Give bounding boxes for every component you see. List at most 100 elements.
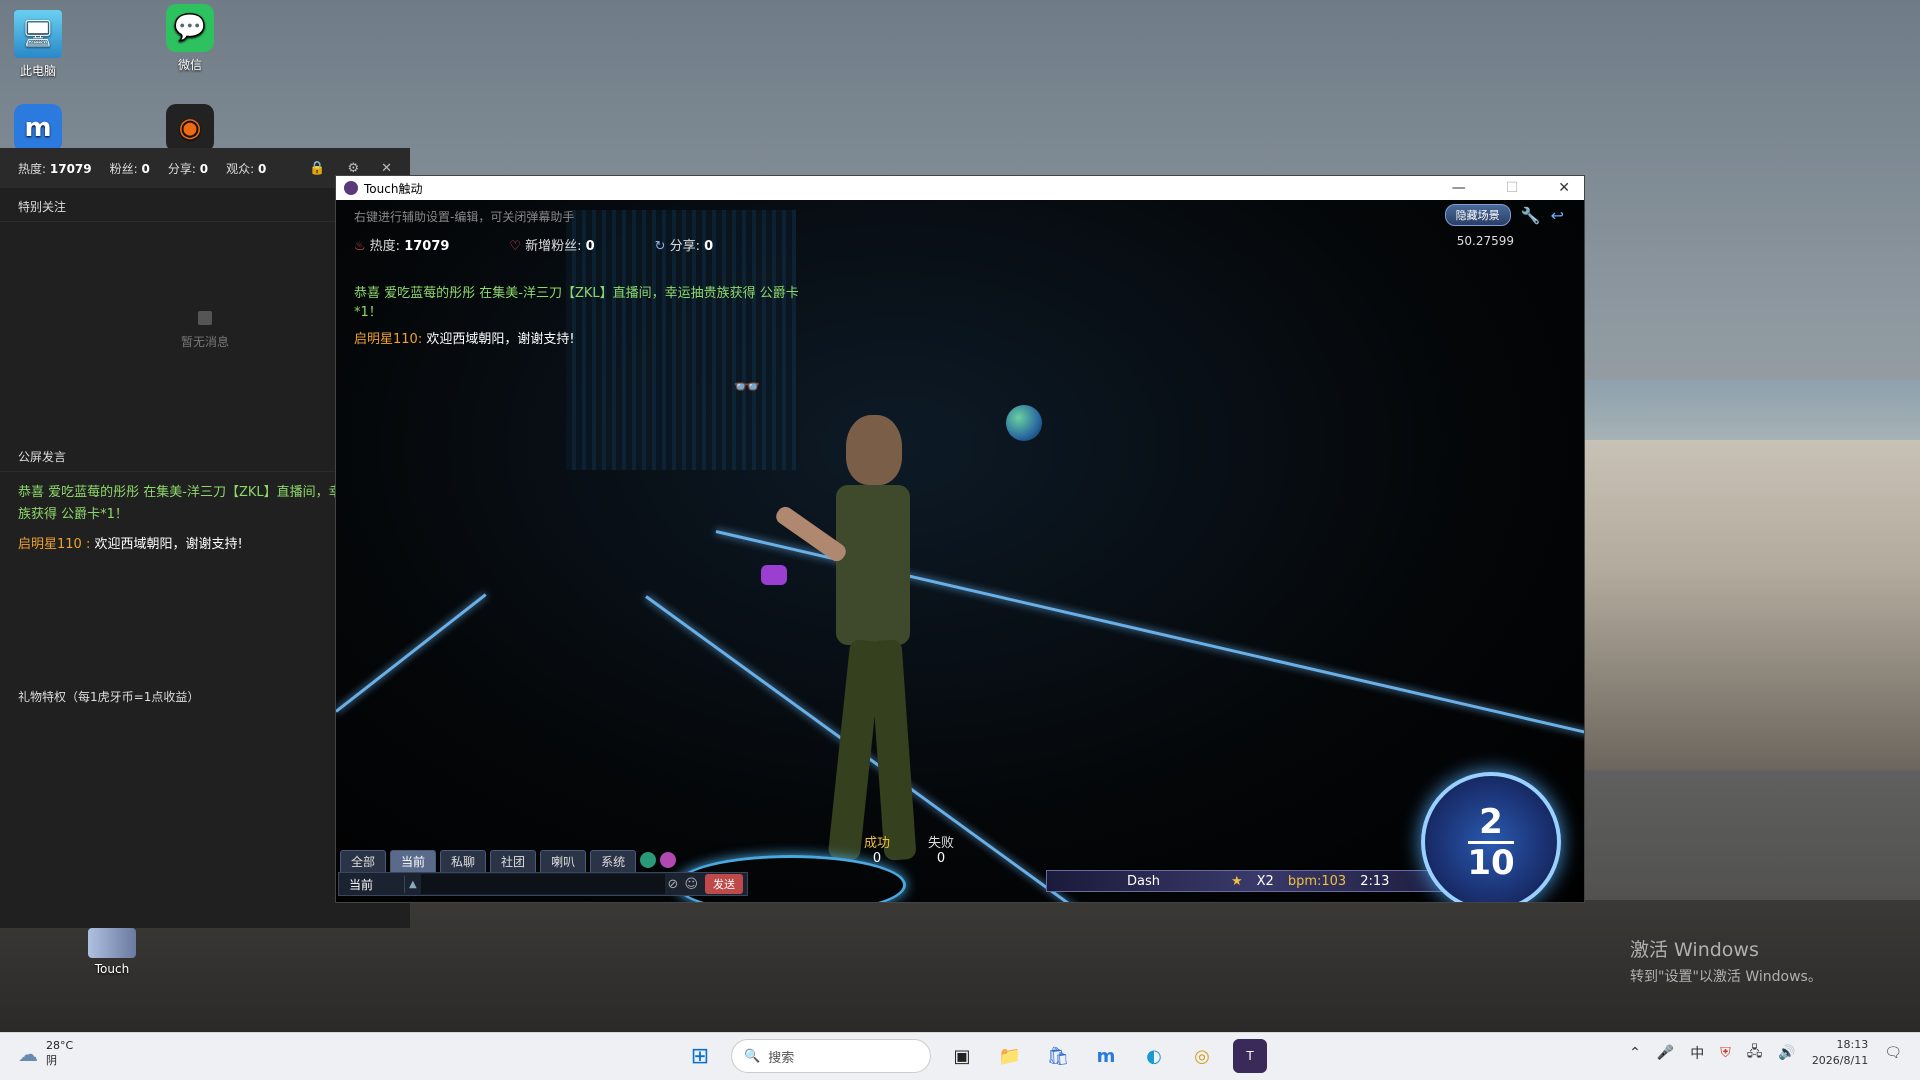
channel-select[interactable]: 当前	[339, 875, 405, 893]
hide-scene-button[interactable]: 隐藏场景	[1444, 204, 1511, 226]
chevron-up-icon[interactable]: ⌃	[1629, 1045, 1641, 1061]
wechat-icon: 💬	[166, 4, 214, 52]
hit-scores: 成功 0 失败 0	[864, 832, 954, 866]
record-icon: ◉	[166, 104, 214, 152]
system-tray: ⌃ 🎤 中 ⛨ 🖧 🔊 18:13 2026/8/11 🗨	[1629, 1037, 1902, 1069]
file-explorer-icon[interactable]: 📁	[993, 1039, 1027, 1073]
desktop-icon-this-pc[interactable]: 🖥 此电脑	[0, 10, 78, 79]
window-close-icon[interactable]: ✕	[1558, 180, 1570, 196]
desktop-icon-wechat[interactable]: 💬 微信	[150, 4, 230, 73]
smile-icon[interactable]: ☺	[681, 877, 701, 892]
window-title: Touch触动	[364, 181, 423, 196]
minimize-icon[interactable]: —	[1452, 180, 1466, 196]
stage-planet-prop	[1006, 405, 1042, 441]
game-stage[interactable]: 右键进行辅助设置-编辑，可关闭弹幕助手 ♨ 热度: 17079 ♡ 新增粉丝: 0 …	[336, 200, 1584, 902]
weather-desc: 阴	[46, 1054, 57, 1067]
desktop-icon-label: Touch	[94, 962, 130, 976]
lock-icon[interactable]: 🔒	[309, 161, 325, 176]
no-icon[interactable]: ⊘	[665, 877, 682, 892]
avatar-head	[846, 415, 902, 485]
overlay-message: 恭喜 爱吃蓝莓的彤彤 在集美-洋三刀【ZKL】直播间，幸运抽贵族获得 公爵卡*1…	[354, 286, 799, 320]
wallpaper-beach	[1585, 440, 1920, 770]
emote-icon[interactable]	[640, 852, 657, 868]
avatar-body	[836, 485, 910, 645]
window-titlebar: Touch触动 — ☐ ✕	[336, 176, 1584, 200]
overlay-user-name: 启明星110:	[354, 332, 423, 347]
chat-input[interactable]	[420, 874, 665, 894]
bpm: bpm:103	[1287, 873, 1347, 889]
heat-stat: 热度: 17079	[18, 161, 92, 176]
taskbar-search[interactable]: 🔍 搜索	[731, 1039, 931, 1073]
overlay-text: 欢迎西域朝阳，谢谢支持!	[426, 332, 575, 347]
game-stats: ♨ 热度: 17079 ♡ 新增粉丝: 0 ↻ 分享: 0	[354, 235, 713, 254]
gift-privilege-label: 礼物特权（每1虎牙币=1点收益）	[18, 690, 200, 704]
tab-club[interactable]: 社团	[490, 850, 537, 873]
volume-icon[interactable]: 🔊	[1778, 1045, 1795, 1061]
tab-current[interactable]: 当前	[390, 850, 437, 873]
success-score: 成功 0	[864, 836, 891, 866]
maxon-icon: m	[14, 104, 62, 152]
clock[interactable]: 18:13 2026/8/11	[1812, 1037, 1868, 1069]
share-icon: ↻	[654, 239, 666, 254]
send-button[interactable]: 发送	[705, 874, 743, 894]
tab-horn[interactable]: 喇叭	[540, 850, 587, 873]
song-timer: 50.27599	[1456, 234, 1514, 248]
tab-private[interactable]: 私聊	[440, 850, 487, 873]
back-icon[interactable]: ↩	[1551, 206, 1564, 225]
task-view-icon[interactable]: ▣	[945, 1039, 979, 1073]
chat-user-name: 启明星110 :	[18, 537, 95, 552]
tab-system[interactable]: 系统	[590, 850, 637, 873]
taskbar: ☁ 28°C 阴 ⊞ 🔍 搜索 ▣ 📁 🛍 m ◐ ◎ T ⌃ 🎤 中 ⛨ 🖧 …	[0, 1032, 1920, 1080]
activation-watermark: 激活 Windows 转到"设置"以激活 Windows。	[1630, 935, 1822, 986]
song-info-bar: Dash ★ X2 bpm:103 2:13	[1046, 870, 1466, 892]
share-stat: 分享: 0	[167, 161, 209, 176]
wrench-icon[interactable]: 🔧	[1521, 206, 1541, 225]
microphone-icon[interactable]: 🎤	[1657, 1045, 1674, 1061]
multiplier: X2	[1256, 873, 1274, 889]
star-icon: ★	[1231, 873, 1243, 889]
network-icon[interactable]: 🖧	[1747, 1041, 1763, 1065]
store-icon[interactable]: 🛍	[1041, 1039, 1075, 1073]
ime-icon[interactable]: 中	[1690, 1043, 1704, 1063]
avatar-glove	[761, 565, 787, 585]
empty-text: 暂无消息	[180, 334, 229, 349]
chat-tabs: 全部 当前 私聊 社团 喇叭 系统	[340, 850, 677, 873]
chat-input-row: 当前 ▲ ⊘ ☺ 发送	[338, 872, 748, 896]
desktop-icon-label: 此电脑	[19, 64, 56, 78]
tab-all[interactable]: 全部	[340, 850, 387, 873]
weather-widget[interactable]: ☁ 28°C 阴	[18, 1039, 73, 1068]
song-title: Dash	[1127, 873, 1160, 889]
dancer-avatar	[761, 415, 951, 885]
maximize-icon[interactable]: ☐	[1506, 180, 1519, 196]
stage-goggles-prop: 👓	[733, 375, 761, 400]
maxon-taskbar-icon[interactable]: m	[1089, 1039, 1123, 1073]
fans-stat: 粉丝: 0	[109, 161, 150, 176]
empty-box-icon	[198, 310, 212, 325]
fail-score: 失败 0	[928, 836, 955, 866]
game-share: ↻ 分享: 0	[654, 239, 714, 254]
edge-icon[interactable]: ◐	[1137, 1039, 1171, 1073]
game-launcher-icon[interactable]: ◎	[1185, 1039, 1219, 1073]
watermark-line1: 激活 Windows	[1630, 939, 1759, 961]
clock-date: 2026/8/11	[1811, 1054, 1869, 1067]
start-icon[interactable]: ⊞	[683, 1039, 717, 1073]
channel-up-icon[interactable]: ▲	[405, 879, 421, 890]
combo-current: 2	[1479, 801, 1503, 842]
game-newfans: ♡ 新增粉丝: 0	[509, 239, 595, 254]
assistant-hint: 右键进行辅助设置-编辑，可关闭弹幕助手	[354, 210, 575, 224]
overlay-message: 启明星110: 欢迎西域朝阳，谢谢支持!	[354, 330, 824, 349]
notification-icon[interactable]: 🗨	[1884, 1045, 1902, 1061]
search-icon: 🔍	[744, 1048, 761, 1064]
settings-icon[interactable]: ⚙	[347, 161, 359, 176]
combo-total: 10	[1467, 842, 1515, 883]
cloud-icon: ☁	[18, 1041, 38, 1066]
stage-light-beam	[336, 593, 487, 713]
desktop-icon-label: 微信	[177, 58, 202, 72]
desktop-icon-touch[interactable]: Touch	[72, 928, 152, 976]
touch-taskbar-icon[interactable]: T	[1233, 1039, 1267, 1073]
close-icon[interactable]: ✕	[381, 161, 392, 176]
game-window: Touch触动 — ☐ ✕ 右键进行辅助设置-编辑，可关闭弹幕助手 ♨ 热度: 1…	[335, 175, 1585, 903]
avatar-leg	[869, 639, 917, 861]
sticker-icon[interactable]	[660, 852, 677, 868]
antivirus-icon[interactable]: ⛨	[1720, 1045, 1731, 1061]
